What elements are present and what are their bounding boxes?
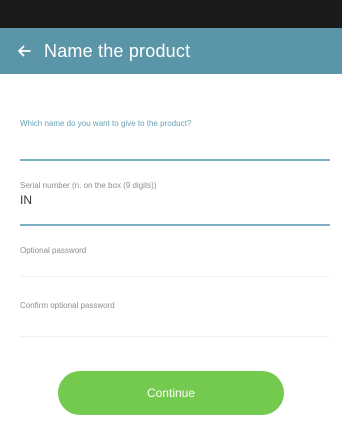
serial-number-label: Serial number (n. on the box (9 digits))	[20, 181, 157, 190]
product-form: Which name do you want to give to the pr…	[20, 74, 330, 337]
serial-number-field[interactable]: Serial number (n. on the box (9 digits))…	[20, 161, 330, 226]
continue-button[interactable]: Continue	[58, 371, 284, 415]
arrow-left-icon[interactable]	[16, 43, 32, 59]
confirm-password-label: Confirm optional password	[20, 301, 115, 310]
status-bar	[0, 0, 342, 28]
password-label: Optional password	[20, 246, 87, 255]
password-field[interactable]: Optional password	[20, 226, 330, 277]
page-title: Name the product	[44, 40, 191, 61]
confirm-password-field[interactable]: Confirm optional password	[20, 277, 330, 337]
product-name-field[interactable]: Which name do you want to give to the pr…	[20, 74, 330, 161]
serial-number-value: IN	[20, 193, 32, 207]
app-bar: Name the product	[0, 28, 342, 74]
product-name-label: Which name do you want to give to the pr…	[20, 119, 192, 128]
